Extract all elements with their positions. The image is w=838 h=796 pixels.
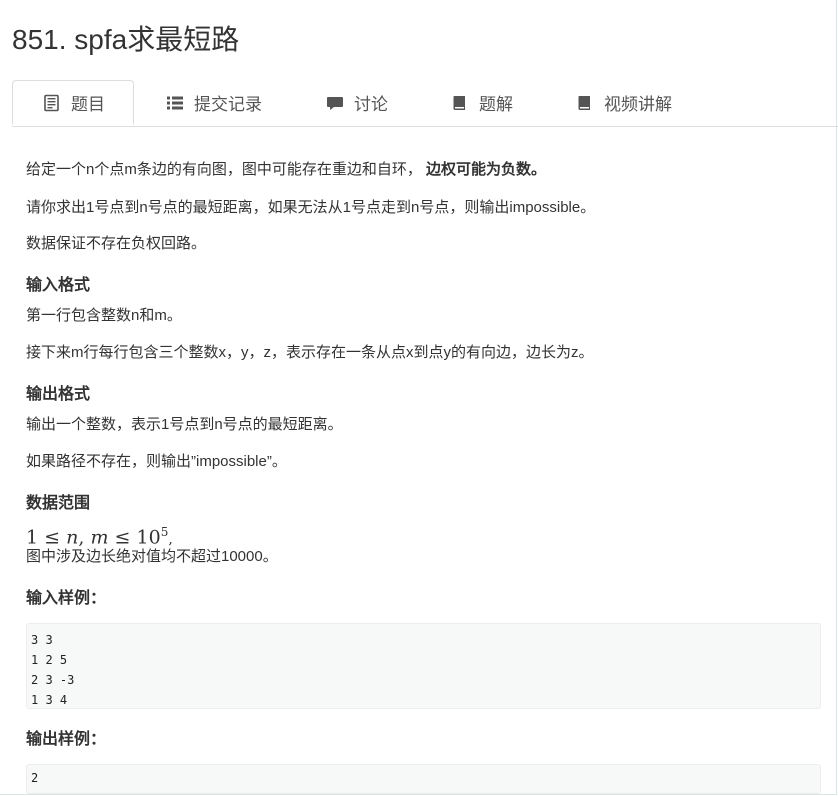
negative-weight-note: 边权可能为负数。: [426, 161, 547, 178]
code-line: 1 2 5: [31, 653, 68, 667]
tab-problem[interactable]: 题目: [12, 80, 134, 125]
code-line: 3 3: [31, 633, 53, 647]
input-format-line-2: 接下来m行每行包含三个整数x，y，z，表示存在一条从点x到点y的有向边，边长为z…: [26, 344, 594, 361]
formula-base: 10: [136, 526, 161, 549]
output-format-heading: 输出格式: [26, 386, 91, 403]
description-line-2: 请你求出1号点到n号点的最短距离，如果无法从1号点走到n号点，则输出imposs…: [26, 199, 596, 216]
comment-icon: [327, 96, 343, 110]
sample-input-block[interactable]: 3 3 1 2 5 2 3 -3 1 3 4: [26, 623, 821, 709]
data-range-heading: 数据范围: [26, 495, 91, 512]
tab-submissions[interactable]: 提交记录: [166, 80, 262, 125]
sample-input-heading: 输入样例：: [26, 590, 107, 607]
problem-title: 851. spfa求最短路: [12, 24, 240, 55]
tab-label: 视频讲解: [604, 95, 672, 114]
description-line-1: 给定一个n个点m条边的有向图，图中可能存在重边和自环， 边权可能为负数。: [26, 160, 546, 180]
description-line-3: 数据保证不存在负权回路。: [26, 235, 207, 252]
formula-n: n: [66, 526, 79, 549]
sample-output-heading: 输出样例：: [26, 731, 107, 748]
input-format-heading: 输入格式: [26, 277, 91, 294]
tab-label: 题解: [479, 95, 513, 114]
book-icon: [453, 95, 465, 110]
code-line: 2: [31, 771, 39, 785]
input-format-line-1: 第一行包含整数n和m。: [26, 307, 182, 324]
tab-discussion[interactable]: 讨论: [326, 80, 388, 125]
tab-bar: 题目 提交记录 讨论 题解 视频讲解: [12, 80, 838, 127]
tab-label: 提交记录: [194, 95, 262, 114]
formula-le: ≤: [114, 526, 131, 549]
output-format-line-1: 输出一个整数，表示1号点到n号点的最短距离。: [26, 416, 343, 433]
list-icon: [167, 96, 183, 109]
book-icon: [578, 95, 590, 110]
data-range-line-2: 图中涉及边长绝对值均不超过10000。: [26, 548, 278, 565]
formula-m: m: [90, 526, 109, 549]
code-line: 2 3 -3: [31, 673, 75, 687]
document-icon: [44, 94, 59, 111]
tab-label: 题目: [71, 95, 105, 114]
description-text: 给定一个n个点m条边的有向图，图中可能存在重边和自环，: [26, 161, 422, 178]
tab-video[interactable]: 视频讲解: [576, 80, 672, 125]
formula-one: 1: [26, 526, 39, 549]
formula-comma: ,: [78, 526, 85, 549]
formula-le: ≤: [44, 526, 61, 549]
sample-output-block[interactable]: 2: [26, 764, 821, 794]
formula-trail: ,: [168, 531, 173, 548]
output-format-line-2: 如果路径不存在，则输出”impossible”。: [26, 453, 287, 470]
tab-label: 讨论: [354, 95, 388, 114]
code-line: 1 3 4: [31, 693, 68, 707]
tab-solutions[interactable]: 题解: [451, 80, 513, 125]
